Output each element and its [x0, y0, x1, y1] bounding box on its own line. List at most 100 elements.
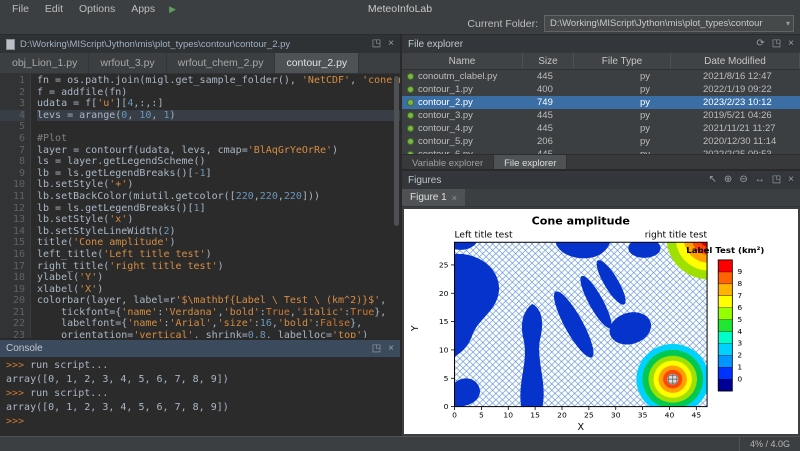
line-number: 7	[0, 145, 25, 157]
svg-text:20: 20	[557, 410, 567, 419]
zoom-out-icon[interactable]: ⊖	[739, 175, 747, 185]
menu-item-file[interactable]: File	[4, 1, 37, 17]
pan-icon[interactable]: ↔	[755, 175, 765, 185]
console-output[interactable]: >>> run script...array([0, 1, 2, 3, 4, 5…	[0, 357, 400, 436]
file-name-cell: conoutm_clabel.py	[402, 71, 532, 82]
file-date-cell: 2022/1/19 09:22	[698, 84, 800, 95]
svg-text:0: 0	[737, 375, 742, 384]
code-line: colorbar(layer, label=r'$\mathbf{Label \…	[37, 295, 400, 307]
y-axis-label: Y	[410, 325, 421, 332]
tab-figure-1[interactable]: Figure 1 ×	[402, 189, 465, 206]
status-bar: 4% / 4.0G	[0, 436, 800, 451]
file-type-cell: py	[592, 71, 698, 82]
close-icon[interactable]: ×	[388, 39, 394, 49]
column-header-size[interactable]: Size	[523, 53, 574, 69]
float-icon[interactable]: ◳	[772, 175, 781, 185]
file-size-cell: 206	[532, 136, 592, 147]
panel-tab-variable-explorer[interactable]: Variable explorer	[402, 155, 494, 169]
menu-item-options[interactable]: Options	[71, 1, 123, 17]
file-explorer-panel: File explorer ⟳ ◳ × NameSizeFile TypeDat…	[402, 35, 800, 169]
editor-gutter: 1234567891011121314151617181920212223	[0, 74, 31, 338]
file-name-cell: contour_5.py	[402, 136, 532, 147]
file-name: contour_5.py	[418, 136, 473, 147]
float-icon[interactable]: ◳	[372, 344, 381, 354]
line-number: 12	[0, 203, 25, 215]
figure-tabs: Figure 1 ×	[402, 189, 800, 207]
file-name-cell: contour_3.py	[402, 110, 532, 121]
file-explorer-header: File explorer ⟳ ◳ ×	[402, 35, 800, 53]
editor-tab-wrfout_3.py[interactable]: wrfout_3.py	[89, 53, 166, 73]
editor-tab-obj_Lion_1.py[interactable]: obj_Lion_1.py	[1, 53, 89, 73]
code-line: lb.setStyle('+')	[37, 179, 400, 191]
line-number: 20	[0, 295, 25, 307]
svg-text:9: 9	[737, 267, 742, 276]
menu-item-apps[interactable]: Apps	[123, 1, 163, 17]
file-name: contour_4.py	[418, 123, 473, 134]
file-row[interactable]: conoutm_clabel.py445py2021/8/16 12:47	[402, 70, 800, 83]
float-icon[interactable]: ◳	[772, 39, 781, 49]
line-number: 14	[0, 226, 25, 238]
select-arrow-icon[interactable]: ↖	[709, 175, 717, 185]
chart-left-title: Left title test	[455, 230, 514, 240]
file-row[interactable]: contour_5.py206py2020/12/30 11:14	[402, 135, 800, 148]
current-folder-input[interactable]: D:\Working\MIScript\Jython\mis\plot_type…	[544, 15, 794, 32]
svg-text:8: 8	[737, 279, 742, 288]
console-header: Console ◳ ×	[0, 340, 400, 357]
console-line: array([0, 1, 2, 3, 4, 5, 6, 7, 8, 9])	[6, 401, 394, 415]
python-file-icon	[407, 138, 414, 145]
file-row[interactable]: contour_1.py400py2022/1/19 09:22	[402, 83, 800, 96]
line-number: 23	[0, 330, 25, 338]
code-editor[interactable]: 1234567891011121314151617181920212223 fn…	[0, 74, 400, 338]
file-explorer-title: File explorer	[408, 39, 463, 50]
menu-item-edit[interactable]: Edit	[37, 1, 71, 17]
editor-scrollbar[interactable]	[393, 74, 400, 338]
menu-items: FileEditOptionsApps	[4, 1, 163, 17]
svg-text:15: 15	[439, 317, 449, 326]
meteoinfolab-window: FileEditOptionsApps ▶ MeteoInfoLab Curre…	[0, 0, 800, 451]
code-line: f = addfile(fn)	[37, 87, 400, 99]
file-size-cell: 445	[532, 71, 592, 82]
current-folder-bar: Current Folder: D:\Working\MIScript\Jyth…	[467, 15, 794, 32]
line-number: 10	[0, 179, 25, 191]
editor-tab-contour_2.py[interactable]: contour_2.py	[275, 53, 359, 73]
figure-area[interactable]: 051015202530354045 0510152025 Cone ampli…	[402, 207, 800, 436]
file-name: contour_1.py	[418, 84, 473, 95]
file-type-cell: py	[592, 136, 698, 147]
scrollbar-thumb[interactable]	[394, 76, 399, 226]
left-column: D:\Working\MIScript\Jython\mis\plot_type…	[0, 35, 400, 436]
file-size-cell: 445	[532, 110, 592, 121]
editor-code: fn = os.path.join(migl.get_sample_folder…	[31, 74, 400, 338]
editor-tab-wrfout_chem_2.py[interactable]: wrfout_chem_2.py	[167, 53, 276, 73]
chevron-down-icon[interactable]: ▾	[786, 19, 790, 28]
run-script-icon[interactable]: ▶	[169, 4, 176, 15]
svg-text:25: 25	[439, 261, 449, 270]
column-header-name[interactable]: Name	[402, 53, 523, 69]
code-line: fn = os.path.join(migl.get_sample_folder…	[37, 75, 400, 87]
close-icon[interactable]: ×	[788, 175, 794, 185]
python-file-icon	[407, 99, 414, 106]
contour-rings-bottomright	[636, 344, 709, 414]
close-icon[interactable]: ×	[788, 39, 794, 49]
editor-tabs: obj_Lion_1.pywrfout_3.pywrfout_chem_2.py…	[0, 53, 400, 74]
contour-figure[interactable]: 051015202530354045 0510152025 Cone ampli…	[404, 209, 798, 434]
zoom-in-icon[interactable]: ⊕	[724, 175, 732, 185]
file-name-cell: contour_2.py	[402, 97, 532, 108]
line-number: 11	[0, 191, 25, 203]
column-header-date[interactable]: Date Modified	[671, 53, 800, 69]
svg-text:5: 5	[737, 315, 742, 324]
menubar: FileEditOptionsApps ▶ MeteoInfoLab Curre…	[0, 0, 800, 35]
file-row[interactable]: contour_2.py749py2023/2/23 10:12	[402, 96, 800, 109]
close-icon[interactable]: ×	[388, 344, 394, 354]
panel-tab-file-explorer[interactable]: File explorer	[494, 155, 567, 169]
file-row[interactable]: contour_3.py445py2019/5/21 04:26	[402, 109, 800, 122]
close-figure-icon[interactable]: ×	[452, 193, 457, 203]
column-header-type[interactable]: File Type	[574, 53, 671, 69]
python-file-icon	[407, 73, 414, 80]
line-number: 22	[0, 318, 25, 330]
figures-header: Figures ↖ ⊕ ⊖ ↔ ◳ ×	[402, 171, 800, 189]
file-row[interactable]: contour_4.py445py2021/11/21 11:27	[402, 122, 800, 135]
float-icon[interactable]: ◳	[372, 39, 381, 49]
explorer-tabs: Variable explorerFile explorer	[402, 154, 800, 169]
refresh-icon[interactable]: ⟳	[756, 39, 764, 49]
python-file-icon	[407, 125, 414, 132]
